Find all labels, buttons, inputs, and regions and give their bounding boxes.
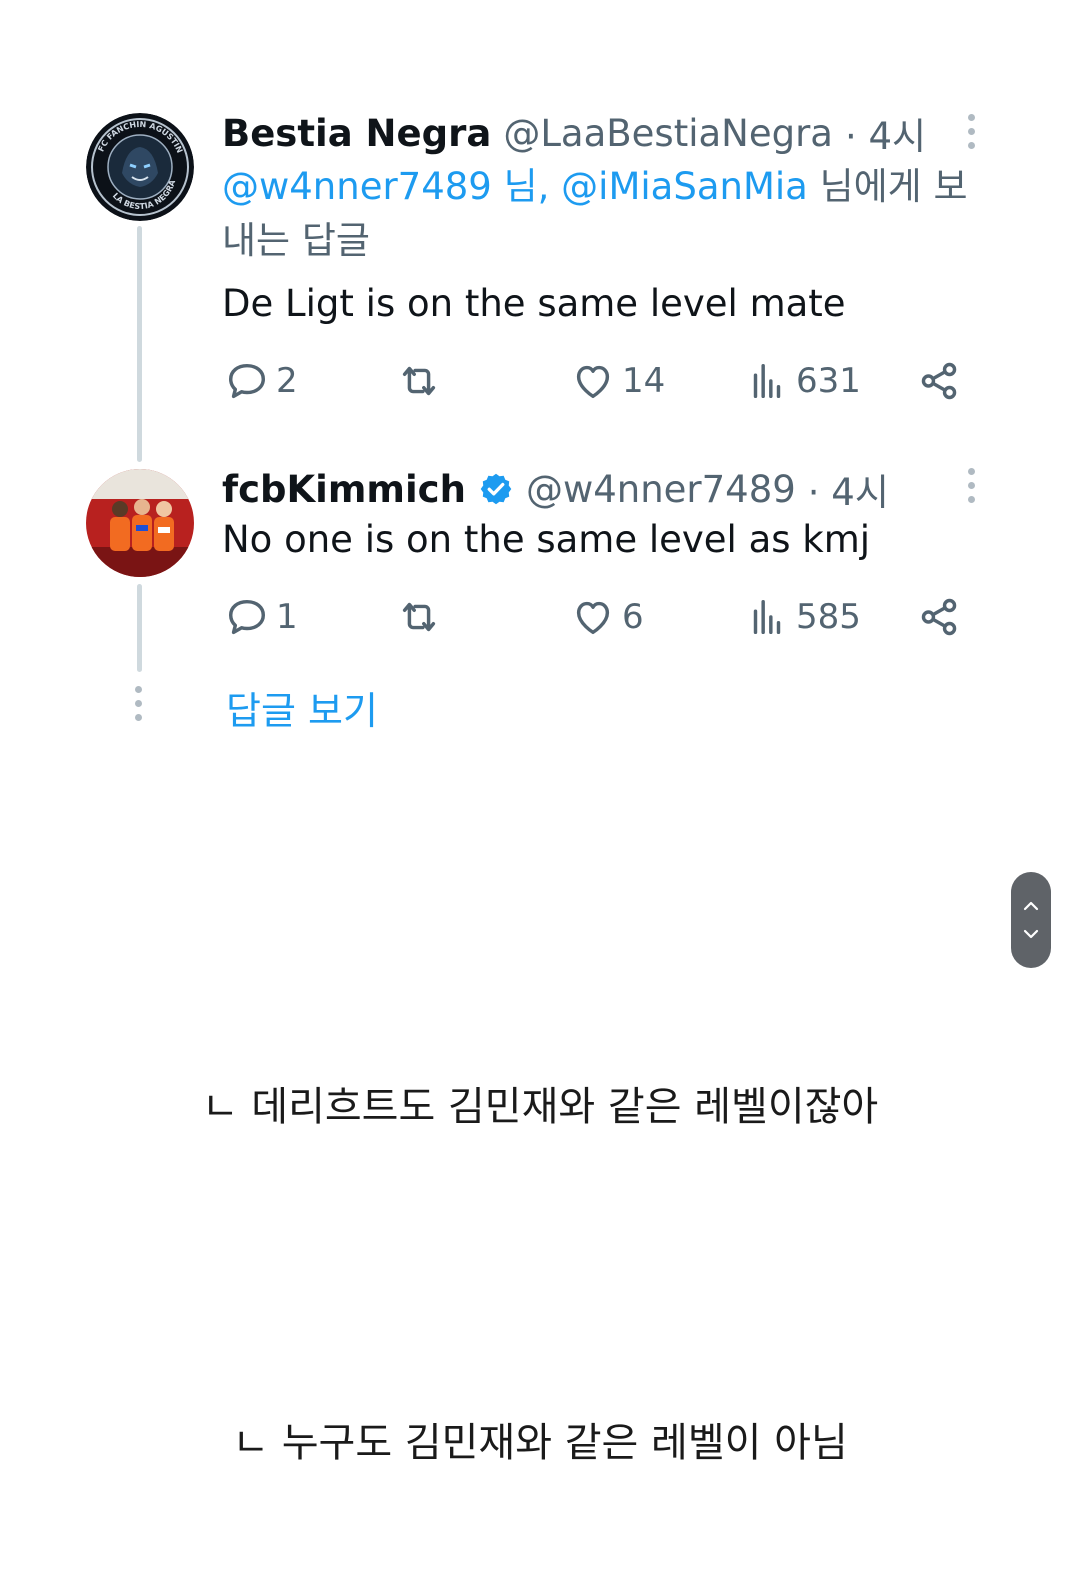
heart-icon	[576, 601, 610, 635]
view-count: 585	[796, 597, 861, 637]
display-name[interactable]: fcbKimmich	[222, 468, 466, 511]
tweet-text: De Ligt is on the same level mate	[222, 282, 846, 325]
chevron-down-icon[interactable]	[1022, 928, 1040, 940]
avatar[interactable]: FC FANCHIN AGUSTIN LA BESTIA NEGRA	[86, 113, 194, 221]
timestamp[interactable]: · 4시	[808, 462, 889, 516]
players-photo-icon	[86, 469, 194, 577]
handle[interactable]: @w4nner7489	[526, 468, 796, 511]
mention-link[interactable]: @iMiaSanMia	[561, 165, 808, 208]
retweet-icon	[402, 602, 436, 632]
handle[interactable]: @LaaBestiaNegra	[503, 112, 833, 155]
views-chart-icon	[753, 363, 781, 399]
reply-count: 1	[276, 597, 298, 637]
thread-line	[137, 584, 142, 672]
gorilla-crest-logo-icon: FC FANCHIN AGUSTIN LA BESTIA NEGRA	[86, 113, 194, 221]
reply-to-line: @w4nner7489 님, @iMiaSanMia 님에게 보내는 답글	[222, 160, 982, 268]
share-button[interactable]	[916, 358, 962, 404]
like-button[interactable]: 14	[570, 358, 665, 404]
tweet-header: Bestia Negra @LaaBestiaNegra · 4시	[222, 106, 926, 160]
reply-icon	[228, 599, 266, 635]
reply-button[interactable]: 2	[224, 358, 298, 404]
caption-text: ㄴ 누구도 김민재와 같은 레벨이 아님	[232, 1420, 848, 1466]
retweet-icon	[402, 366, 436, 396]
thread-continuation-dots	[135, 686, 142, 721]
views-chart-icon	[753, 599, 781, 635]
show-replies-link[interactable]: 답글 보기	[226, 680, 378, 735]
more-options-icon[interactable]	[968, 468, 975, 503]
retweet-button[interactable]	[396, 358, 442, 404]
views-button[interactable]: 631	[744, 358, 861, 404]
caption-text: ㄴ 데리흐트도 김민재와 같은 레벨이잖아	[201, 1084, 879, 1130]
heart-icon	[576, 365, 610, 399]
retweet-button[interactable]	[396, 594, 442, 640]
avatar[interactable]	[86, 469, 194, 577]
tweet-text: No one is on the same level as kmj	[222, 518, 871, 561]
chevron-up-icon[interactable]	[1022, 900, 1040, 912]
like-count: 6	[622, 597, 644, 637]
share-button[interactable]	[916, 594, 962, 640]
thread-line	[137, 226, 142, 462]
more-options-icon[interactable]	[968, 114, 975, 149]
views-button[interactable]: 585	[744, 594, 861, 640]
reply-count: 2	[276, 361, 298, 401]
reply-button[interactable]: 1	[224, 594, 298, 640]
share-icon	[921, 362, 957, 400]
scroll-navigator[interactable]	[1011, 872, 1051, 968]
tweet-header: fcbKimmich @w4nner7489 · 4시	[222, 462, 889, 516]
like-count: 14	[622, 361, 666, 401]
reply-icon	[228, 363, 266, 399]
display-name[interactable]: Bestia Negra	[222, 112, 491, 155]
like-button[interactable]: 6	[570, 594, 644, 640]
view-count: 631	[796, 361, 861, 401]
mention-link[interactable]: @w4nner7489 님,	[222, 165, 549, 208]
verified-badge-icon	[480, 473, 512, 505]
share-icon	[921, 598, 957, 636]
timestamp[interactable]: · 4시	[845, 106, 926, 160]
